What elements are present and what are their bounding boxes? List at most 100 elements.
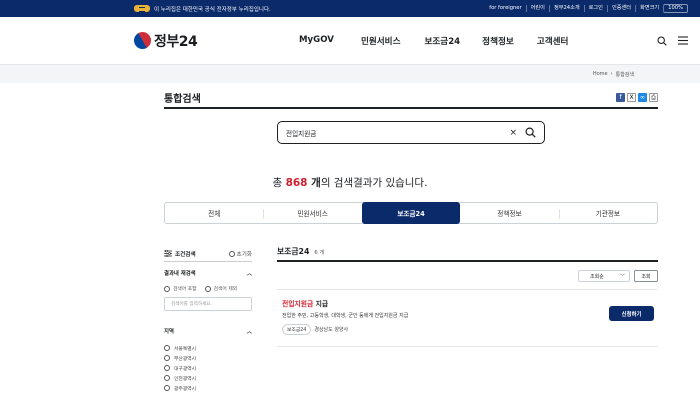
search-input[interactable]: 전입지원금: [286, 128, 509, 138]
radio-icon[interactable]: [164, 365, 170, 371]
tab-civil-service[interactable]: 민원서비스: [263, 203, 361, 223]
site-header: 정부24 MyGOV 민원서비스 보조금24 정책정보 고객센터: [0, 17, 700, 65]
radio-icon[interactable]: [164, 355, 170, 361]
breadcrumb-current: 통합검색: [615, 71, 634, 78]
results-count: 총 868 개의 검색결과가 있습니다.: [0, 175, 700, 190]
nav-mygov[interactable]: MyGOV: [299, 35, 334, 47]
radio-include-label: 검색어 포함: [173, 287, 197, 292]
result-title-rest: 지급: [313, 300, 329, 308]
site-logo[interactable]: 정부24: [130, 28, 198, 53]
taegeuk-logo-icon: [130, 28, 155, 53]
facebook-icon[interactable]: f: [616, 93, 625, 102]
within-search-label: 결과내 재검색: [164, 271, 196, 277]
apply-button[interactable]: 신청하기: [609, 306, 654, 321]
radio-icon[interactable]: [164, 375, 170, 381]
sort-select[interactable]: 조회순 ﹀: [578, 270, 630, 282]
reset-label: 초기화: [236, 251, 252, 258]
section-title: 보조금24: [277, 247, 310, 256]
results-section-header: 보조금24 6 개: [277, 246, 658, 262]
link-login[interactable]: 로그인: [583, 5, 607, 12]
result-title[interactable]: 전입지원금 지급: [282, 298, 658, 308]
tab-policy-info[interactable]: 정책정보: [460, 203, 558, 223]
header-icons: [657, 35, 688, 46]
radio-icon[interactable]: [164, 385, 170, 391]
filter-header: 조건검색 초기화: [164, 246, 252, 262]
print-icon[interactable]: ⎙: [649, 93, 658, 102]
main-nav: MyGOV 민원서비스 보조금24 정책정보 고객센터: [299, 35, 568, 47]
region-option[interactable]: 서울특별시: [164, 343, 252, 353]
search-submit-icon[interactable]: [525, 127, 536, 138]
region-option[interactable]: 부산광역시: [164, 353, 252, 363]
radio-include-icon[interactable]: [164, 285, 170, 292]
count-prefix: 총: [272, 177, 286, 189]
radio-exclude[interactable]: 검색어 제외: [204, 285, 237, 292]
filter-title: 조건검색: [164, 250, 196, 258]
region-header[interactable]: 지역 ︿: [164, 327, 252, 335]
region-label: 서울특별시: [174, 346, 197, 352]
tab-subsidy24[interactable]: 보조금24: [361, 202, 461, 224]
page-title-row: 통합검색 f X ∞ ⎙: [164, 88, 658, 109]
region-option[interactable]: 인천광역시: [164, 373, 252, 383]
menu-icon[interactable]: [678, 36, 688, 45]
region-option[interactable]: 광주광역시: [164, 383, 252, 393]
radio-icon[interactable]: [164, 345, 170, 351]
filter-icon: [164, 250, 172, 257]
nav-customer-center[interactable]: 고객센터: [537, 35, 569, 47]
region-label: 광주광역시: [174, 386, 197, 392]
result-title-highlight: 전입지원금: [282, 300, 314, 308]
result-badge: 보조금24: [282, 324, 312, 335]
link-for-foreigner[interactable]: for foreigner: [485, 5, 525, 12]
page-title: 통합검색: [164, 94, 201, 105]
within-search-header[interactable]: 결과내 재검색 ︿: [164, 269, 252, 277]
tab-agency-info[interactable]: 기관정보: [558, 203, 657, 223]
breadcrumb-home[interactable]: Home: [593, 71, 608, 77]
breadcrumb-separator-icon: ›: [610, 71, 613, 77]
reset-button[interactable]: 초기화: [228, 250, 252, 258]
region-label: 부산광역시: [174, 356, 197, 362]
reset-icon: [228, 250, 235, 257]
tab-all[interactable]: 전체: [165, 203, 263, 223]
result-description: 전입한 주민, 고등학생, 대학생, 군인 등에게 전입지원금 지급: [282, 313, 409, 319]
utility-links: for foreigner 어린이 정부24소개 로그인 인증센터 화면크기 1…: [485, 4, 688, 13]
radio-include[interactable]: 검색어 포함: [164, 285, 197, 292]
sort-apply-button[interactable]: 조회: [634, 270, 658, 282]
link-kids[interactable]: 어린이: [525, 5, 549, 12]
nav-policy-info[interactable]: 정책정보: [482, 35, 514, 47]
sort-value: 조회순: [590, 273, 604, 280]
logo-text: 정부24: [154, 33, 198, 50]
count-suffix: 의 검색결과가 있습니다.: [320, 177, 428, 189]
region-option[interactable]: 대구광역시: [164, 363, 252, 373]
region-label: 지역: [164, 329, 174, 335]
breadcrumb: Home › 통합검색: [0, 65, 700, 83]
within-search-options: 검색어 포함 검색어 제외: [164, 285, 252, 292]
share-tools: f X ∞ ⎙: [616, 93, 658, 102]
link-about[interactable]: 정부24소개: [548, 5, 584, 12]
region-label: 대구광역시: [174, 366, 197, 372]
radio-exclude-icon[interactable]: [204, 285, 211, 292]
filter-sidebar: 조건검색 초기화 결과내 재검색 ︿ 검색어 포함 검색어 제외 검색어를 입력…: [164, 246, 252, 393]
gov-flag-icon: [134, 5, 150, 12]
link-screen-size[interactable]: 화면크기: [635, 5, 663, 12]
chevron-up-icon[interactable]: ︿: [247, 327, 252, 335]
notice-text: 이 누리집은 대한민국 공식 전자정부 누리집입니다.: [154, 6, 271, 13]
chevron-up-icon[interactable]: ︿: [247, 269, 252, 277]
filter-heading: 조건검색: [175, 251, 196, 258]
result-agency: 경상남도 양양사: [314, 327, 349, 333]
count-unit: 개: [307, 177, 321, 189]
nav-subsidy24[interactable]: 보조금24: [424, 35, 460, 47]
region-label: 인천광역시: [174, 376, 197, 382]
nav-civil-service[interactable]: 민원서비스: [361, 35, 401, 47]
link-copy-icon[interactable]: ∞: [638, 93, 647, 102]
within-search-input[interactable]: 검색어를 입력하세요.: [164, 297, 252, 311]
search-icon[interactable]: [657, 35, 667, 46]
zoom-control[interactable]: 100%: [663, 4, 688, 13]
count-number: 868: [285, 177, 308, 189]
x-twitter-icon[interactable]: X: [627, 93, 636, 102]
official-notice: 이 누리집은 대한민국 공식 전자정부 누리집입니다.: [134, 5, 271, 13]
list-item: 전입지원금 지급 전입한 주민, 고등학생, 대학생, 군인 등에게 전입지원금…: [277, 290, 658, 347]
search-bar[interactable]: 전입지원금 ×: [277, 121, 545, 144]
region-list: 서울특별시 부산광역시 대구광역시 인천광역시 광주광역시: [164, 343, 252, 393]
link-auth-center[interactable]: 인증센터: [606, 5, 635, 12]
results-column: 보조금24 6 개 조회순 ﹀ 조회 전입지원금 지급 전입한 주민, 고등학생…: [277, 246, 658, 347]
clear-icon[interactable]: ×: [509, 128, 517, 138]
